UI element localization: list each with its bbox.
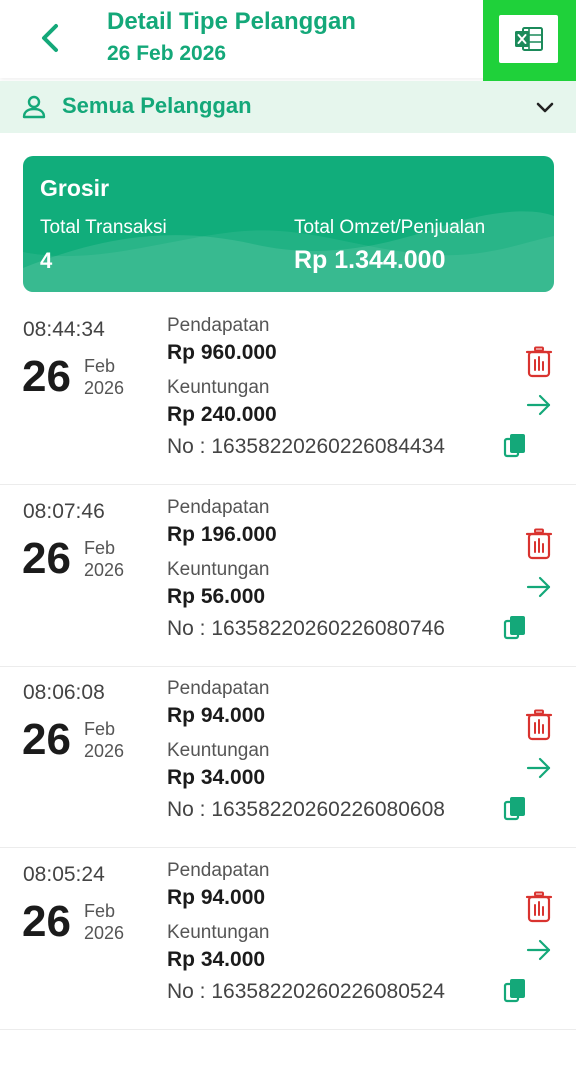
- transaction-day: 26: [22, 896, 71, 946]
- transaction-month: Feb: [84, 537, 116, 558]
- income-label: Pendapatan: [167, 315, 270, 336]
- transaction-day: 26: [22, 352, 71, 401]
- transaction-number: No : 16358220260226080746: [167, 616, 445, 640]
- transaction-day: 26: [22, 533, 71, 583]
- delete-icon[interactable]: [524, 709, 554, 741]
- transaction-item[interactable]: 08:05:24 26 Feb 2026 Pendapatan Rp 94.00…: [0, 849, 576, 1030]
- transaction-number: No : 16358220260226084434: [167, 435, 445, 458]
- chevron-down-icon: [536, 102, 554, 113]
- income-value: Rp 94.000: [167, 885, 266, 909]
- income-value: Rp 94.000: [167, 704, 266, 727]
- transaction-month: Feb: [84, 719, 116, 739]
- profit-value: Rp 34.000: [167, 947, 266, 971]
- copy-icon[interactable]: [503, 978, 527, 1004]
- person-icon: [22, 95, 46, 119]
- transaction-year: 2026: [84, 559, 125, 580]
- profit-label: Keuntungan: [167, 377, 270, 398]
- delete-icon[interactable]: [524, 528, 554, 560]
- profit-label: Keuntungan: [167, 740, 270, 761]
- total-transactions-label: Total Transaksi: [40, 217, 167, 238]
- copy-icon[interactable]: [503, 433, 527, 459]
- delete-icon[interactable]: [524, 346, 554, 378]
- income-label: Pendapatan: [167, 678, 270, 699]
- transaction-year: 2026: [84, 741, 125, 761]
- arrow-right-icon[interactable]: [526, 756, 552, 780]
- transaction-year: 2026: [84, 378, 125, 398]
- delete-icon[interactable]: [524, 891, 554, 923]
- arrow-right-icon[interactable]: [526, 393, 552, 417]
- total-omzet-label: Total Omzet/Penjualan: [294, 217, 486, 238]
- transaction-item[interactable]: 08:07:46 26 Feb 2026 Pendapatan Rp 196.0…: [0, 486, 576, 667]
- page-date: 26 Feb 2026: [107, 42, 227, 65]
- transaction-day: 26: [22, 715, 71, 764]
- transaction-item[interactable]: 08:44:34 26 Feb 2026 Pendapatan Rp 960.0…: [0, 304, 576, 485]
- filter-label: Semua Pelanggan: [62, 93, 252, 118]
- customer-type-name: Grosir: [40, 175, 110, 201]
- transaction-year: 2026: [84, 922, 125, 943]
- transaction-number: No : 16358220260226080524: [167, 979, 445, 1003]
- copy-icon[interactable]: [503, 615, 527, 641]
- summary-card: Grosir Total Transaksi 4 Total Omzet/Pen…: [23, 156, 554, 292]
- arrow-right-icon[interactable]: [526, 575, 552, 599]
- profit-label: Keuntungan: [167, 921, 270, 943]
- transaction-item[interactable]: 08:06:08 26 Feb 2026 Pendapatan Rp 94.00…: [0, 667, 576, 848]
- transaction-time: 08:07:46: [23, 499, 105, 523]
- back-button[interactable]: [30, 18, 70, 58]
- arrow-right-icon[interactable]: [526, 938, 552, 962]
- income-label: Pendapatan: [167, 496, 270, 518]
- transaction-month: Feb: [84, 900, 116, 921]
- transaction-time: 08:44:34: [23, 318, 105, 341]
- customer-filter[interactable]: Semua Pelanggan: [0, 81, 576, 133]
- income-value: Rp 960.000: [167, 341, 277, 364]
- transaction-month: Feb: [84, 356, 116, 376]
- profit-value: Rp 56.000: [167, 584, 266, 608]
- transaction-time: 08:05:24: [23, 862, 105, 886]
- page-title: Detail Tipe Pelanggan: [107, 8, 356, 35]
- transaction-time: 08:06:08: [23, 681, 105, 704]
- total-omzet-value: Rp 1.344.000: [294, 246, 446, 274]
- total-transactions-value: 4: [40, 248, 53, 273]
- transaction-number: No : 16358220260226080608: [167, 798, 445, 821]
- income-value: Rp 196.000: [167, 522, 277, 546]
- export-excel-button[interactable]: [499, 15, 558, 63]
- excel-icon: [514, 27, 543, 51]
- profit-value: Rp 34.000: [167, 766, 266, 789]
- chevron-left-icon: [42, 24, 58, 52]
- profit-value: Rp 240.000: [167, 403, 277, 426]
- copy-icon[interactable]: [503, 796, 527, 822]
- income-label: Pendapatan: [167, 859, 270, 881]
- profit-label: Keuntungan: [167, 558, 270, 580]
